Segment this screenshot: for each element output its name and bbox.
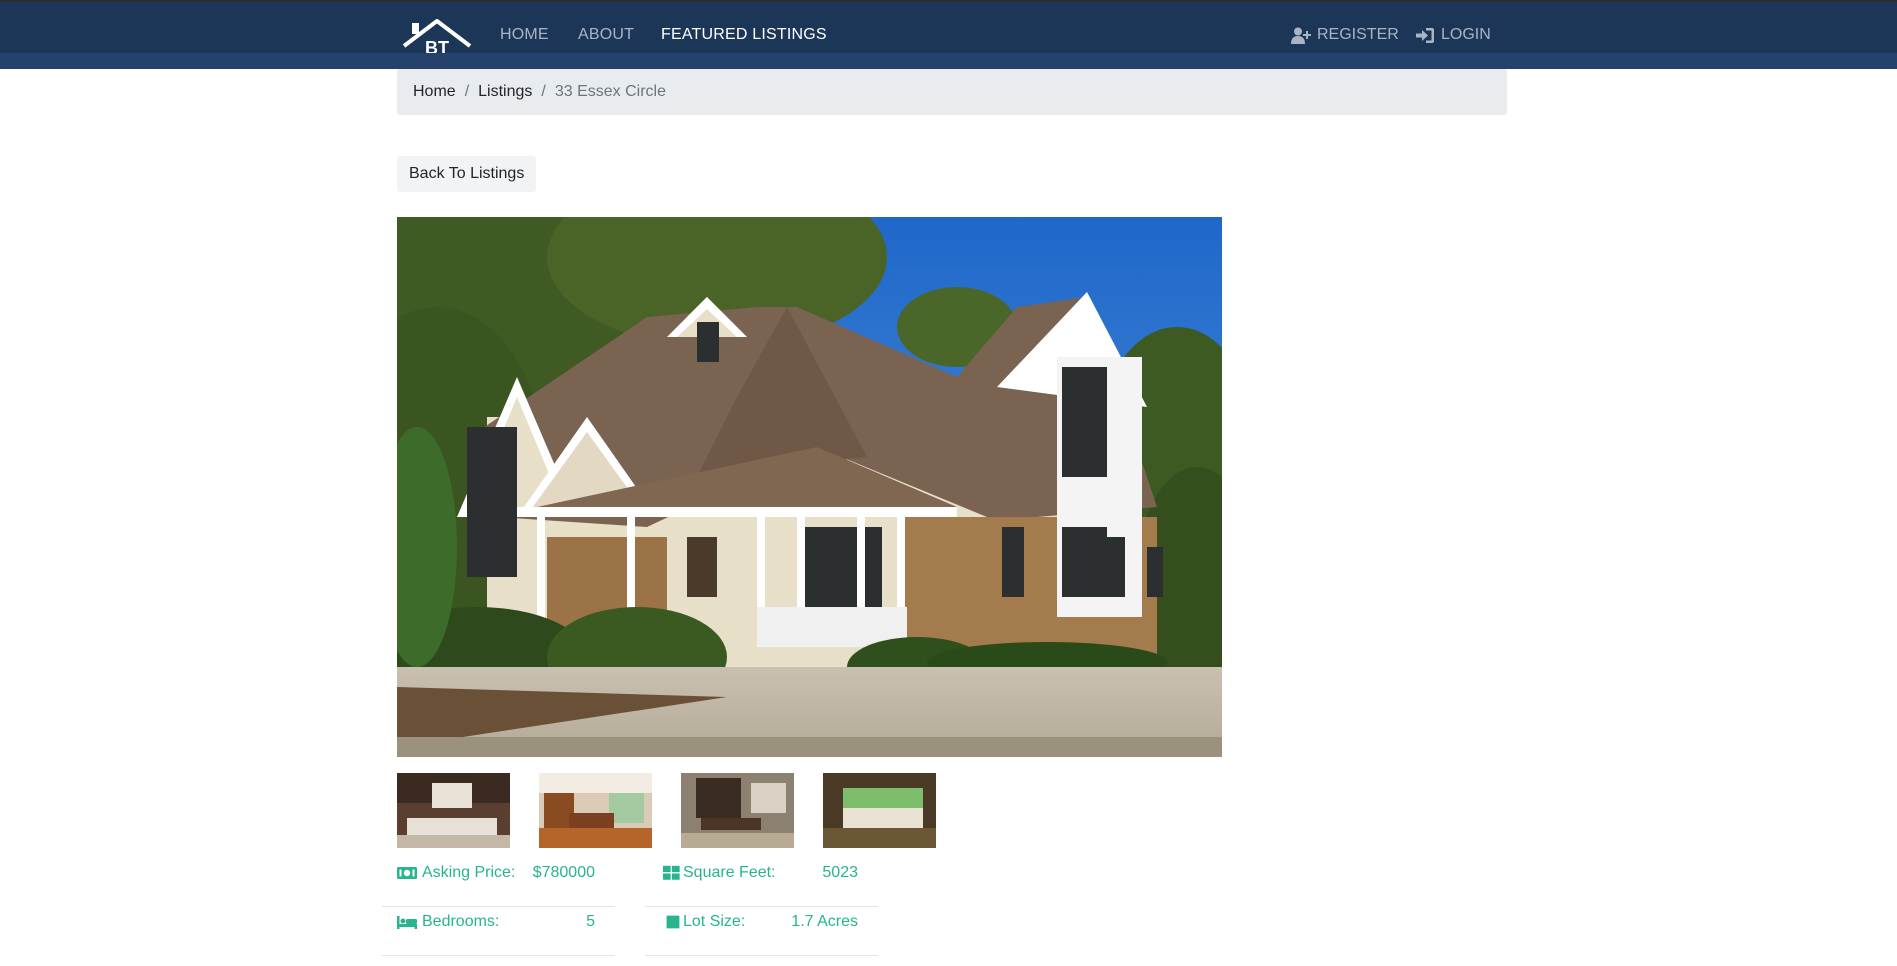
- detail-bedrooms: Bedrooms: 5: [382, 907, 615, 956]
- details-left: Asking Price: $780000 Bedrooms: 5: [382, 858, 615, 956]
- register-label: REGISTER: [1317, 26, 1399, 43]
- detail-value: $780000: [532, 864, 595, 881]
- login-label: LOGIN: [1441, 26, 1491, 43]
- thumbnail-image: [539, 773, 652, 848]
- bed-icon: [397, 916, 417, 929]
- detail-value: 1.7 Acres: [791, 913, 858, 930]
- house-photo: [397, 217, 1222, 757]
- thumbnail-image: [681, 773, 794, 848]
- detail-label: Asking Price:: [422, 864, 516, 881]
- detail-value: 5: [586, 913, 595, 930]
- detail-label: Square Feet:: [683, 864, 776, 881]
- grid-icon: [663, 865, 680, 880]
- nav-featured-listings[interactable]: FEATURED LISTINGS: [661, 26, 827, 44]
- login-link[interactable]: LOGIN: [1415, 26, 1491, 44]
- register-link[interactable]: REGISTER: [1291, 26, 1399, 44]
- square-icon: [666, 915, 680, 929]
- details-right: Square Feet: 5023 Lot Size: 1.7 Acres: [645, 858, 878, 956]
- nav-home[interactable]: HOME: [500, 26, 549, 44]
- detail-lot-size: Lot Size: 1.7 Acres: [645, 907, 878, 956]
- detail-value: 5023: [822, 864, 858, 881]
- detail-label: Lot Size:: [683, 913, 746, 930]
- detail-label: Bedrooms:: [422, 913, 500, 930]
- main-listing-photo[interactable]: [397, 217, 1222, 757]
- logo-icon[interactable]: BT: [400, 18, 474, 58]
- back-to-listings-button[interactable]: Back To Listings: [397, 156, 537, 192]
- breadcrumb-listings[interactable]: Listings: [478, 83, 532, 101]
- thumbnail-living-room[interactable]: [397, 773, 510, 848]
- user-plus-icon: [1291, 27, 1311, 44]
- thumbnail-image: [397, 773, 510, 848]
- breadcrumb-separator: /: [541, 83, 546, 100]
- thumbnail-dining-room[interactable]: [681, 773, 794, 848]
- thumbnail-kitchen[interactable]: [539, 773, 652, 848]
- breadcrumb: Home / Listings / 33 Essex Circle: [397, 69, 1507, 115]
- breadcrumb-home[interactable]: Home: [413, 83, 456, 101]
- breadcrumb-separator: /: [464, 83, 470, 100]
- thumbnail-sunroom[interactable]: [823, 773, 936, 848]
- money-icon: [397, 867, 417, 879]
- nav-strip: [0, 53, 1897, 69]
- detail-square-feet: Square Feet: 5023: [645, 858, 878, 907]
- detail-asking-price: Asking Price: $780000: [382, 858, 615, 907]
- navbar: BT HOME ABOUT FEATURED LISTINGS REGISTER…: [0, 0, 1897, 58]
- breadcrumb-current: 33 Essex Circle: [554, 83, 666, 100]
- nav-about[interactable]: ABOUT: [578, 26, 634, 44]
- sign-in-icon: [1416, 27, 1434, 43]
- thumbnail-image: [823, 773, 936, 848]
